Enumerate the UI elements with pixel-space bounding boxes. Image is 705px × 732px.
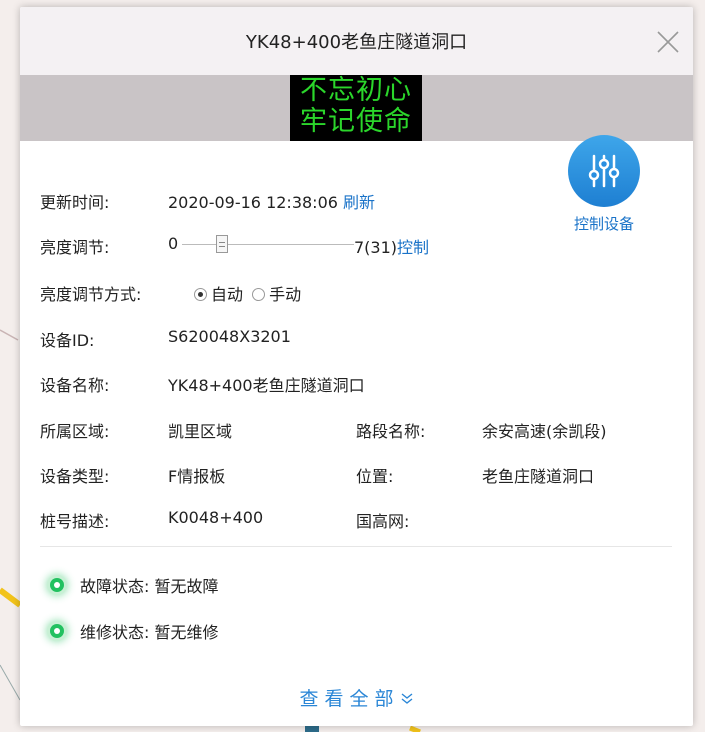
brightness-min: 0 — [168, 234, 179, 253]
led-preview-band: 不忘初心 牢记使命 — [20, 75, 693, 141]
led-sign-preview: 不忘初心 牢记使命 — [290, 75, 422, 141]
road-section-label: 路段名称: — [356, 422, 426, 441]
update-time-label: 更新时间: — [40, 193, 110, 212]
brightness-mode-label: 亮度调节方式: — [40, 285, 142, 304]
radio-auto[interactable] — [194, 288, 207, 301]
close-icon[interactable] — [657, 31, 679, 53]
brightness-slider[interactable]: 0 7(31)控制 — [168, 234, 458, 257]
slider-thumb[interactable] — [216, 235, 228, 253]
radio-manual-label: 手动 — [269, 285, 302, 304]
update-time-value: 2020-09-16 12:38:06 — [168, 193, 338, 212]
double-chevron-down-icon — [400, 688, 414, 710]
region-value: 凯里区域 — [168, 422, 233, 441]
device-id-value: S620048X3201 — [168, 327, 291, 346]
stake-label: 桩号描述: — [40, 512, 110, 531]
led-line-2: 牢记使命 — [300, 106, 412, 137]
led-line-1: 不忘初心 — [300, 75, 412, 106]
national-net-label: 国高网: — [356, 512, 410, 531]
dialog-header: YK48+400老鱼庄隧道洞口 — [20, 7, 693, 75]
refresh-link[interactable]: 刷新 — [343, 193, 375, 212]
radio-auto-label: 自动 — [211, 285, 244, 304]
radio-manual[interactable] — [252, 288, 266, 301]
repair-status: 维修状态: 暂无维修 — [50, 619, 218, 643]
device-type-value: F情报板 — [168, 467, 226, 486]
road-section-value: 余安高速(余凯段) — [482, 422, 607, 441]
brightness-control-link[interactable]: 控制 — [397, 238, 429, 257]
device-name-label: 设备名称: — [40, 376, 110, 395]
fault-status-text: 故障状态: 暂无故障 — [80, 577, 219, 596]
device-info-dialog: YK48+400老鱼庄隧道洞口 不忘初心 牢记使命 控制设备 更新时间: 202… — [20, 7, 693, 726]
section-divider — [40, 546, 672, 547]
control-device-label: 控制设备 — [573, 215, 634, 233]
fault-status: 故障状态: 暂无故障 — [50, 573, 218, 597]
location-value: 老鱼庄隧道洞口 — [482, 467, 595, 486]
view-all-link[interactable]: 查看全部 — [20, 684, 693, 711]
repair-status-indicator — [50, 624, 64, 638]
device-name-value: YK48+400老鱼庄隧道洞口 — [168, 376, 365, 395]
device-id-label: 设备ID: — [40, 331, 95, 350]
location-label: 位置: — [356, 467, 394, 486]
dialog-title: YK48+400老鱼庄隧道洞口 — [245, 32, 468, 53]
stake-value: K0048+400 — [168, 508, 264, 527]
fault-status-indicator — [50, 578, 64, 592]
sliders-icon — [568, 135, 640, 207]
view-all-label: 查看全部 — [299, 688, 400, 710]
region-label: 所属区域: — [40, 422, 110, 441]
brightness-label: 亮度调节: — [40, 238, 110, 257]
brightness-mode-options: 自动 手动 — [194, 281, 301, 305]
control-device-button[interactable]: 控制设备 — [556, 135, 652, 234]
brightness-max: 7(31) — [354, 238, 398, 257]
device-type-label: 设备类型: — [40, 467, 110, 486]
slider-track — [182, 244, 354, 245]
repair-status-text: 维修状态: 暂无维修 — [80, 623, 219, 642]
